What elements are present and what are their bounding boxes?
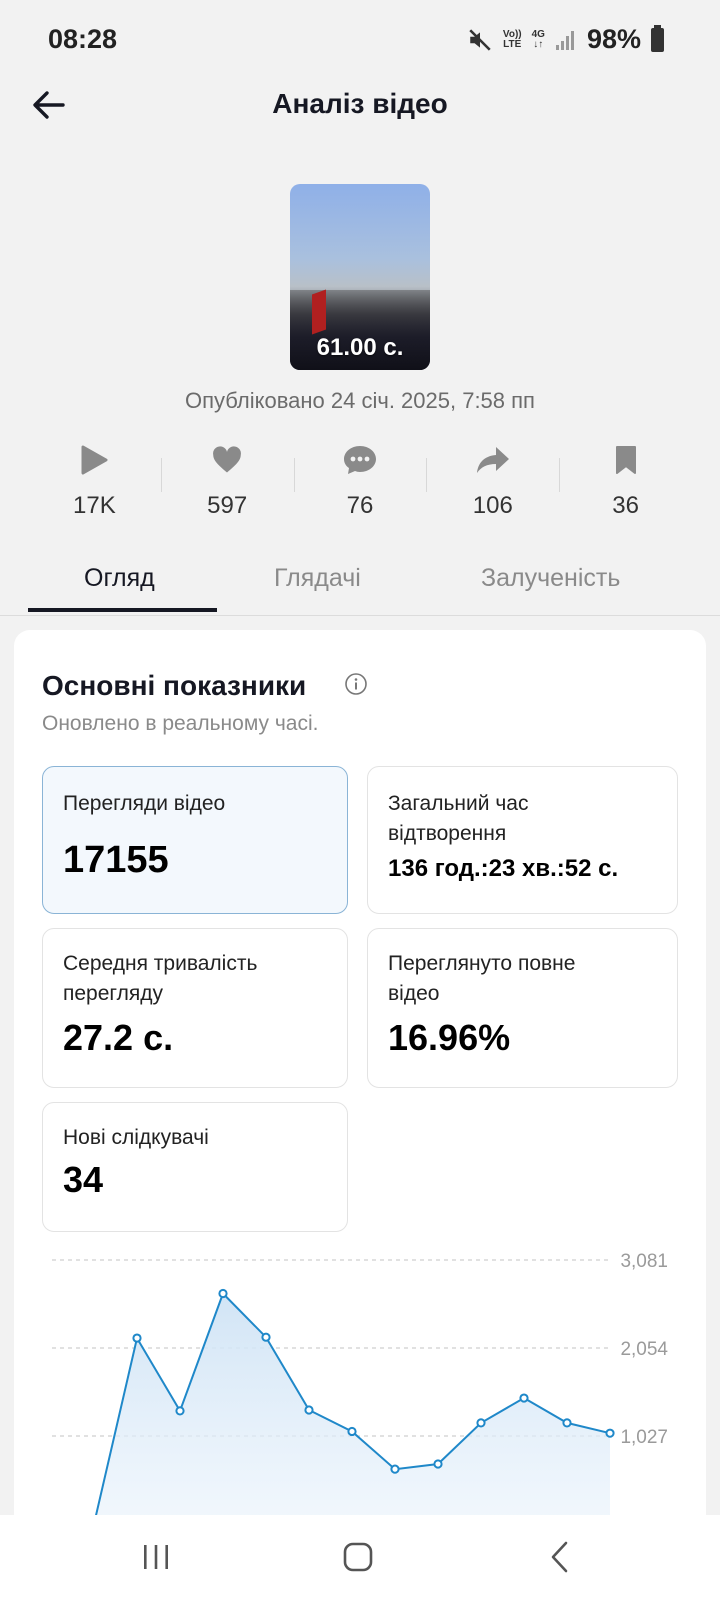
- stat-saves-value: 36: [612, 492, 639, 519]
- chart-point[interactable]: [476, 1418, 486, 1428]
- bookmark-icon: [608, 442, 644, 478]
- metric-label: Середня тривалість перегляду: [63, 952, 258, 1005]
- chart-y-tick-label: 2,054: [620, 1339, 668, 1360]
- volte-indicator: Vo)) LTE: [502, 28, 522, 50]
- battery-icon: [651, 24, 664, 52]
- metric-label: Перегляди відео: [63, 792, 226, 815]
- comment-icon: [342, 442, 378, 478]
- chart-y-ticks: 3,081 2,054 1,027: [620, 1251, 668, 1448]
- recents-icon: [144, 1545, 168, 1569]
- stat-saves: 36: [559, 440, 692, 530]
- chart-area-fill: [94, 1293, 610, 1515]
- heart-icon: [209, 442, 245, 478]
- header: Аналіз відео: [0, 70, 720, 140]
- stat-likes: 597: [160, 440, 294, 530]
- thumbnail-flag: [312, 289, 326, 335]
- system-nav-bar: [0, 1515, 720, 1600]
- chart-point[interactable]: [218, 1288, 228, 1299]
- chart-point[interactable]: [347, 1426, 357, 1437]
- section-subtitle: Оновлено в реальному часі.: [42, 712, 319, 735]
- battery-percentage: 98%: [586, 24, 641, 54]
- page-title: Аналіз відео: [272, 88, 448, 119]
- metric-value: 16.96%: [388, 1017, 511, 1058]
- stat-views-value: 17K: [73, 492, 116, 519]
- volte-label-top: Vo)): [502, 28, 522, 40]
- chart-y-tick-label: 1,027: [620, 1427, 668, 1448]
- tab-bar: Огляд Глядачі Залученість: [0, 556, 720, 616]
- stat-shares: 106: [426, 440, 559, 530]
- metric-value: 136 год.:23 хв.:52 с.: [388, 855, 619, 882]
- metric-label: Переглянуто повне відео: [388, 952, 576, 1005]
- info-icon[interactable]: [344, 672, 368, 696]
- signal-icon: [555, 30, 574, 50]
- chart-point[interactable]: [132, 1333, 142, 1343]
- video-thumbnail[interactable]: 61.00 с.: [290, 184, 430, 370]
- status-icons: Vo)) LTE 4G ↓↑ 98%: [467, 24, 664, 55]
- nav-back-button[interactable]: [530, 1535, 590, 1579]
- tab-audience[interactable]: Глядачі: [274, 564, 361, 593]
- play-icon: [76, 442, 112, 478]
- share-icon: [475, 442, 511, 478]
- home-button[interactable]: [328, 1535, 388, 1579]
- chart-point[interactable]: [562, 1418, 572, 1428]
- metric-new-followers[interactable]: Нові слідкувачі 34: [42, 1102, 348, 1232]
- status-bar: 08:28 Vo)) LTE 4G ↓↑ 98%: [0, 0, 720, 80]
- network-indicator: 4G ↓↑: [531, 28, 545, 50]
- network-arrows: ↓↑: [533, 38, 544, 50]
- chart-point[interactable]: [304, 1405, 314, 1415]
- metric-value: 34: [63, 1159, 104, 1200]
- stat-shares-value: 106: [472, 492, 513, 519]
- metric-value: 17155: [63, 839, 169, 881]
- volte-label-bottom: LTE: [503, 38, 522, 50]
- chart-point[interactable]: [433, 1459, 443, 1469]
- mute-icon: [469, 28, 491, 51]
- status-time: 08:28: [48, 24, 118, 54]
- views-chart: 3,081 2,054 1,027: [52, 1251, 668, 1515]
- stat-comments-value: 76: [346, 492, 374, 519]
- chart-y-tick-label: 3,081: [620, 1251, 668, 1272]
- stat-likes-value: 597: [207, 492, 248, 519]
- metric-full-video-watched[interactable]: Переглянуто повне відео 16.96%: [367, 928, 678, 1088]
- active-tab-indicator: [28, 608, 217, 612]
- home-icon: [343, 1542, 373, 1572]
- recents-button[interactable]: [126, 1535, 186, 1579]
- metric-label: Загальний час відтворення: [388, 792, 529, 845]
- video-duration: 61.00 с.: [316, 334, 404, 361]
- chart-point[interactable]: [605, 1428, 615, 1438]
- chevron-left-icon: [551, 1541, 568, 1573]
- network-label: 4G: [531, 28, 545, 40]
- metric-value: 27.2 с.: [63, 1017, 174, 1058]
- tab-engagement[interactable]: Залученість: [481, 564, 620, 593]
- metric-average-watch-time[interactable]: Середня тривалість перегляду 27.2 с.: [42, 928, 348, 1088]
- metric-label: Нові слідкувачі: [63, 1126, 209, 1149]
- section-title: Основні показники: [42, 670, 307, 701]
- engagement-stats: 17K 597 76 106 36: [28, 440, 692, 530]
- published-date: Опубліковано 24 січ. 2025, 7:58 пп: [185, 388, 535, 413]
- stat-views: 17K: [28, 440, 161, 530]
- chart-point[interactable]: [519, 1393, 529, 1403]
- tab-overview[interactable]: Огляд: [84, 564, 155, 593]
- chart-point[interactable]: [175, 1406, 185, 1416]
- metric-video-views[interactable]: Перегляди відео 17155: [42, 766, 348, 914]
- chart-point[interactable]: [390, 1464, 400, 1474]
- stat-comments: 76: [293, 440, 427, 530]
- chart-point[interactable]: [261, 1332, 271, 1342]
- metric-total-watch-time[interactable]: Загальний час відтворення 136 год.:23 хв…: [367, 766, 678, 914]
